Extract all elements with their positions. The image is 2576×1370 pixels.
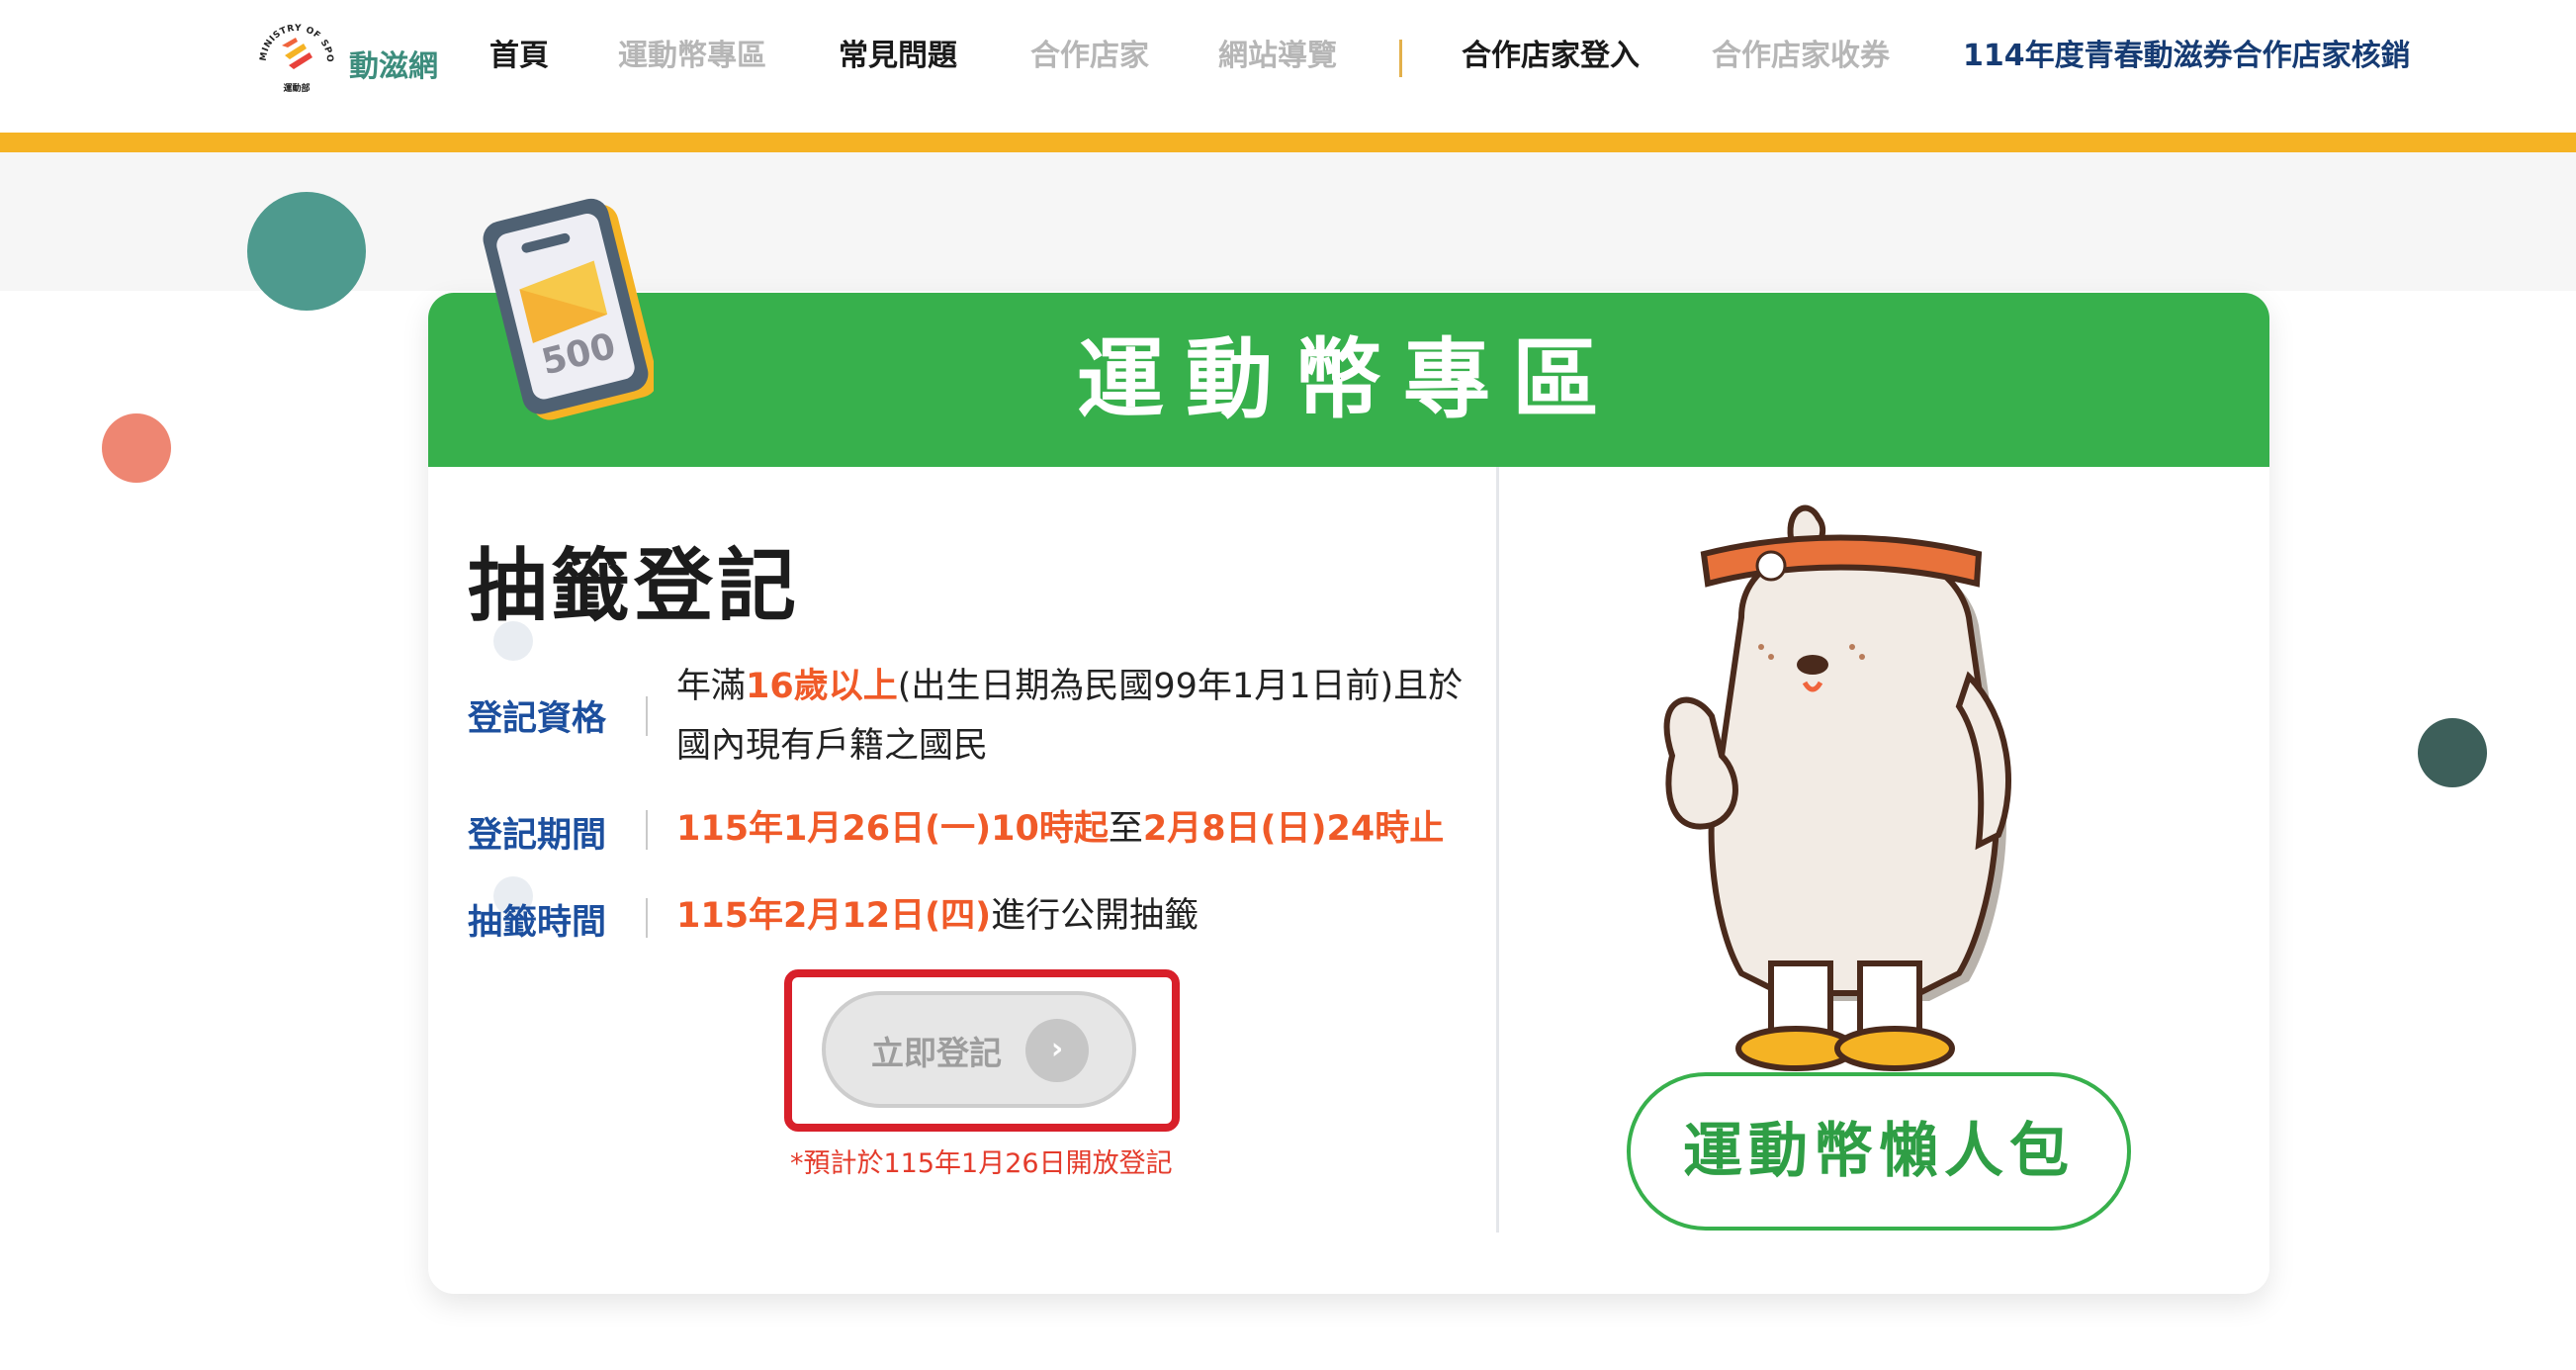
nav-faq[interactable]: 常見問題 [839,33,957,80]
nav-partner-collect[interactable]: 合作店家收券 [1712,33,1890,80]
registration-period-label: 登記期間 [468,816,607,856]
site-header: MINISTRY OF SPORTS 運動部 動滋網 首頁 運動幣專區 常見問題… [0,0,2576,133]
registration-period-text: 115年1月26日(一)10時起至2月8日(日)24時止 [676,809,1445,849]
decor-dot-coral [102,413,171,483]
decor-dot-dark-green [2418,718,2487,787]
eligibility-text: 年滿16歲以上(出生日期為民國99年1月1日前)且於 國內現有戶籍之國民 [676,667,1464,766]
brand-name: 動滋網 [349,49,438,84]
nav-youth-coupon[interactable]: 114年度青春動滋券合作店家核銷 [1963,33,2411,80]
site-logo[interactable]: MINISTRY OF SPORTS 運動部 動滋網 [252,12,455,101]
nav-partners[interactable]: 合作店家 [1030,33,1149,80]
coin-voucher-icon: 500 [483,198,654,420]
bear-mascot-illustration [1663,504,2011,1071]
draw-time-label: 抽籤時間 [468,903,607,943]
eligibility-label: 登記資格 [468,699,607,739]
nav-coin-zone[interactable]: 運動幣專區 [618,33,766,80]
coin-zone-card: 運動幣專區 500 抽籤登記 登記資格 年滿16歲以上(出生日期為民國99年1月… [428,198,2269,1294]
card-title: 運動幣專區 [1076,328,1621,430]
register-now-button[interactable]: 立即登記 › [822,991,1136,1108]
nav-home[interactable]: 首頁 [489,33,549,80]
card-divider [1496,467,1499,1233]
chevron-right-icon: › [1025,1019,1089,1082]
nav-partner-login[interactable]: 合作店家登入 [1462,33,1640,80]
decor-dot-teal [247,192,366,311]
ministry-of-sports-logo-icon: MINISTRY OF SPORTS 運動部 [252,12,339,99]
hero-background-band [0,152,2576,291]
label-divider [646,696,648,736]
register-now-label: 立即登記 [871,1034,1002,1072]
svg-text:運動部: 運動部 [283,82,310,94]
nav-divider [1399,40,1402,77]
nav-sitemap[interactable]: 網站導覽 [1218,33,1337,80]
lottery-registration-title: 抽籤登記 [468,540,800,632]
decor-dot-faint [493,621,533,661]
registration-opening-note: *預計於115年1月26日開放登記 [790,1148,1173,1179]
label-divider [646,898,648,938]
eligibility-age: 16歲以上 [746,667,898,706]
coin-guide-label: 運動幣懶人包 [1683,1117,2075,1186]
draw-time-text: 115年2月12日(四)進行公開抽籤 [676,896,1199,936]
coin-guide-button[interactable]: 運動幣懶人包 [1627,1072,2131,1231]
header-accent-bar [0,133,2576,152]
label-divider [646,810,648,850]
